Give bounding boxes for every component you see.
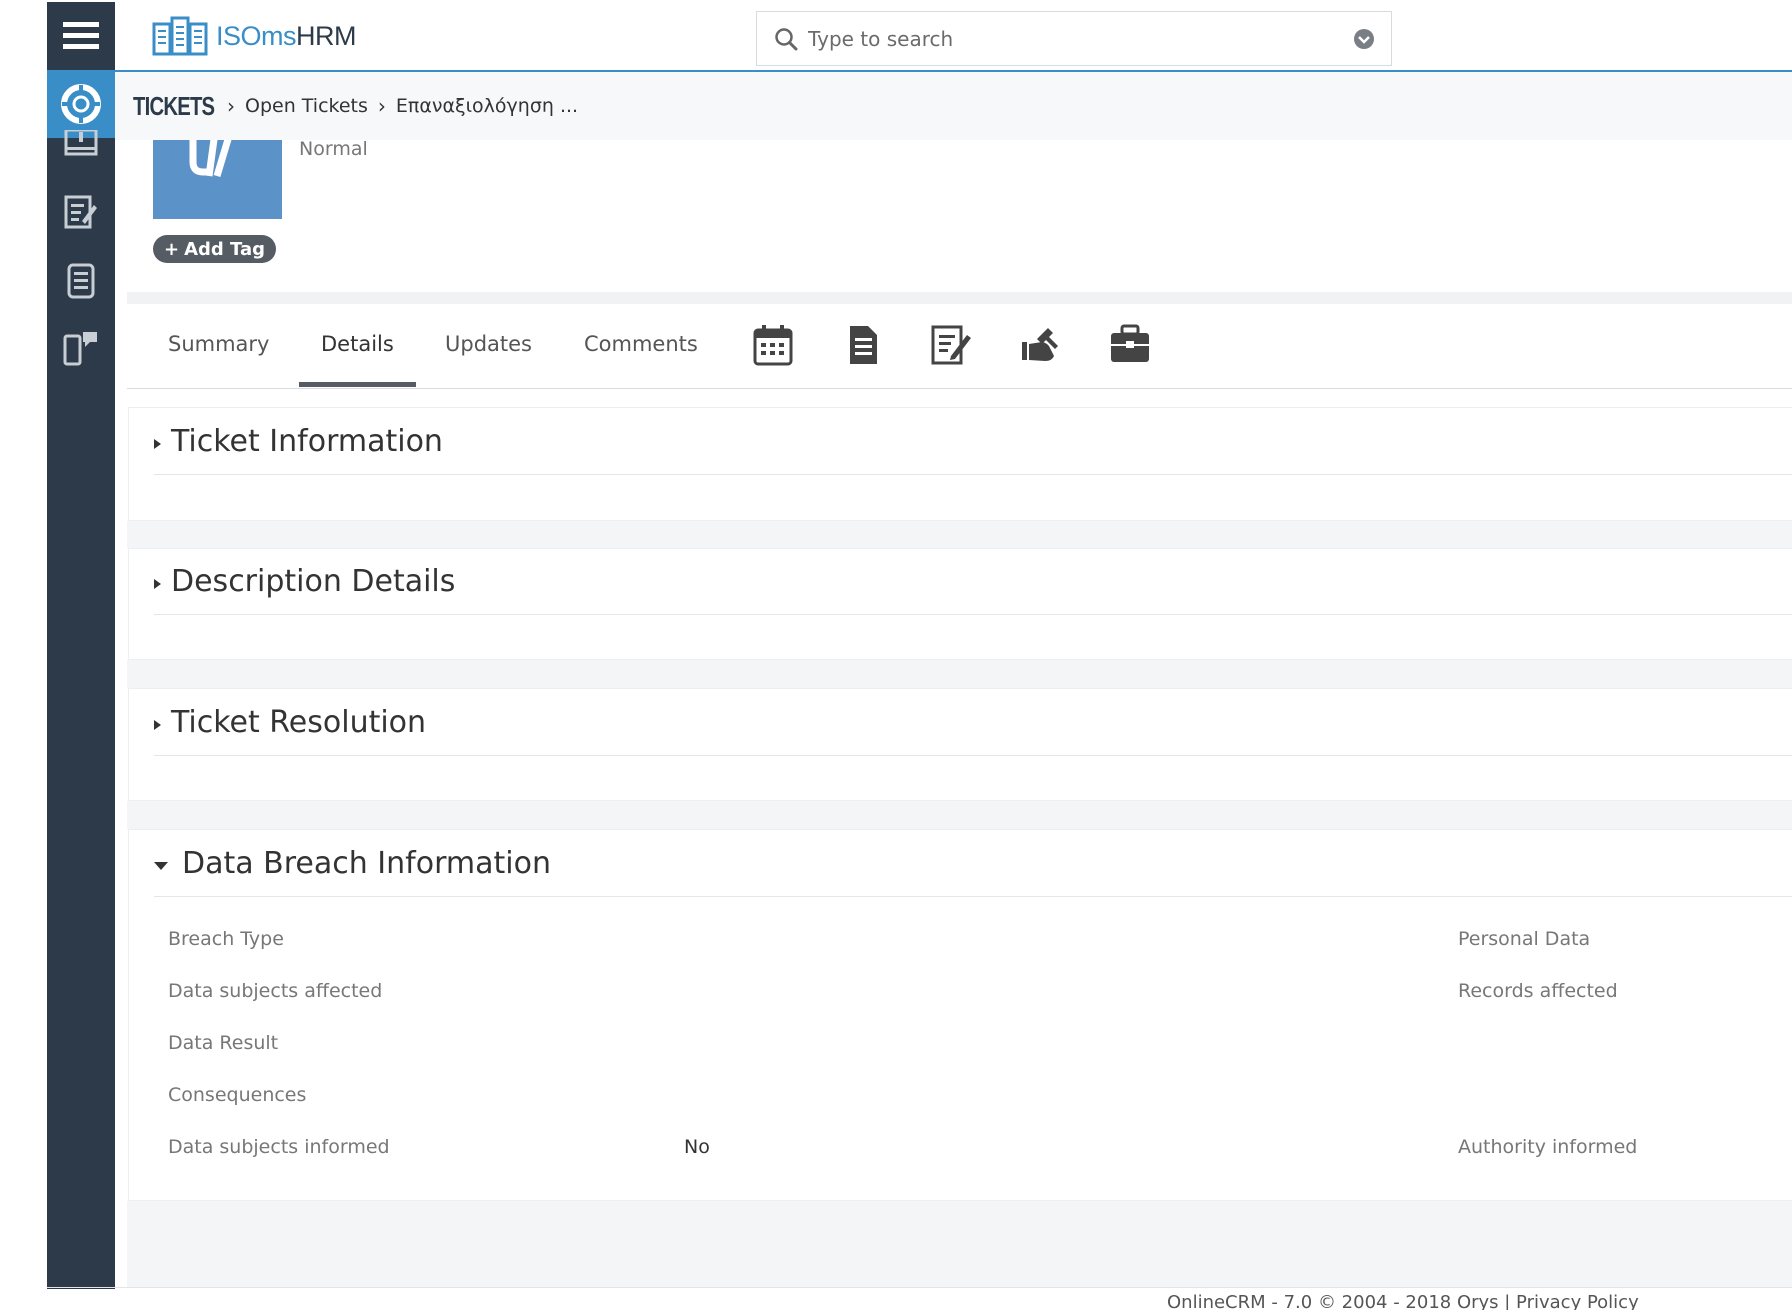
section-title: Data Breach Information: [182, 846, 551, 881]
divider: [154, 614, 1792, 615]
edit-document-icon[interactable]: [931, 324, 973, 366]
document-icon[interactable]: [846, 324, 880, 366]
tab-comments[interactable]: Comments: [584, 332, 698, 356]
caret-right-icon: [154, 578, 161, 589]
tab-summary[interactable]: Summary: [168, 332, 269, 356]
building-logo-icon: [152, 16, 208, 56]
inbox-icon: [64, 130, 98, 156]
chevron-right-icon: ›: [377, 94, 386, 118]
field-label-personal-data: Personal Data: [1458, 928, 1591, 950]
field-label-breach-type: Breach Type: [168, 928, 284, 950]
calendar-icon[interactable]: [753, 324, 793, 366]
hamburger-icon: [63, 22, 99, 49]
section-ticket-resolution: Ticket Resolution: [128, 688, 1792, 801]
footer-divider: [47, 1287, 1792, 1288]
caret-down-icon: [154, 861, 168, 870]
service-hand-icon[interactable]: [1020, 324, 1062, 366]
section-gap: [127, 521, 1792, 548]
global-search-box: [756, 11, 1392, 66]
menu-toggle-button[interactable]: [47, 2, 115, 70]
tab-details[interactable]: Details: [321, 332, 394, 356]
divider: [154, 474, 1792, 475]
ticket-priority: Normal: [299, 138, 368, 160]
sidebar-item-mobile[interactable]: [47, 314, 115, 382]
chevron-down-circle-icon[interactable]: [1353, 28, 1375, 50]
footer-text: OnlineCRM - 7.0 © 2004 - 2018 Orys | Pri…: [1167, 1292, 1639, 1310]
chevron-right-icon: ›: [227, 94, 235, 118]
breadcrumb-item-open-tickets[interactable]: Open Tickets: [245, 95, 368, 117]
mobile-chat-icon: [63, 332, 97, 366]
field-label-authority-informed: Authority informed: [1458, 1136, 1638, 1158]
section-gap: [127, 801, 1792, 829]
ticket-detail-page: ISOmsHRM TICKETS › Open Tickets › Επαναξ…: [0, 0, 1792, 1310]
search-icon: [775, 27, 798, 50]
plus-icon: +: [164, 238, 180, 260]
breadcrumb: TICKETS › Open Tickets › Επαναξιολόγηση …: [115, 72, 1792, 140]
sidebar-item-notes[interactable]: [47, 179, 115, 247]
left-sidebar: [47, 2, 115, 1289]
breadcrumb-module[interactable]: TICKETS: [133, 91, 215, 122]
divider: [154, 755, 1792, 756]
field-label-consequences: Consequences: [168, 1084, 307, 1106]
field-value-data-subjects-informed[interactable]: No: [684, 1136, 710, 1158]
caret-right-icon: [154, 438, 161, 449]
search-input[interactable]: [808, 26, 1328, 51]
section-data-breach-information: Data Breach Information Breach Type Pers…: [128, 829, 1792, 1201]
ticket-icon: [189, 140, 232, 178]
section-ticket-information: Ticket Information: [128, 407, 1792, 521]
field-label-records-affected: Records affected: [1458, 980, 1618, 1002]
add-tag-button[interactable]: + Add Tag: [153, 235, 277, 263]
add-tag-label: Add Tag: [184, 238, 266, 260]
top-header: ISOmsHRM: [115, 2, 1792, 72]
section-header[interactable]: Description Details: [154, 564, 455, 599]
section-description-details: Description Details: [128, 548, 1792, 660]
section-title: Ticket Information: [171, 424, 443, 459]
app-logo[interactable]: ISOmsHRM: [152, 16, 357, 56]
file-cabinet-icon: [67, 263, 95, 299]
sidebar-item-documents[interactable]: [47, 247, 115, 315]
page-bottom-spacer: [127, 1201, 1792, 1287]
section-title: Description Details: [171, 564, 456, 599]
section-gap: [127, 660, 1792, 688]
active-tab-indicator: [299, 382, 416, 387]
ticket-avatar: [153, 140, 282, 219]
app-name: ISOmsHRM: [216, 20, 357, 51]
lifebuoy-icon: [61, 84, 101, 124]
field-label-data-subjects-informed: Data subjects informed: [168, 1136, 390, 1158]
section-header[interactable]: Ticket Resolution: [154, 705, 426, 740]
breadcrumb-item-current: Επαναξιολόγηση ...: [395, 95, 579, 117]
briefcase-icon[interactable]: [1109, 324, 1151, 364]
sidebar-item-inbox[interactable]: [47, 124, 115, 160]
section-header[interactable]: Ticket Information: [154, 424, 443, 459]
tab-updates[interactable]: Updates: [445, 332, 532, 356]
field-label-data-subjects-affected: Data subjects affected: [168, 980, 383, 1002]
field-label-data-result: Data Result: [168, 1032, 279, 1054]
record-tabs: Summary Details Updates Comments: [127, 304, 1792, 389]
section-header[interactable]: Data Breach Information: [154, 846, 551, 881]
header-separator: [127, 292, 1792, 304]
edit-document-icon: [64, 195, 97, 229]
caret-right-icon: [154, 719, 161, 730]
section-title: Ticket Resolution: [171, 705, 427, 740]
divider: [154, 896, 1792, 897]
